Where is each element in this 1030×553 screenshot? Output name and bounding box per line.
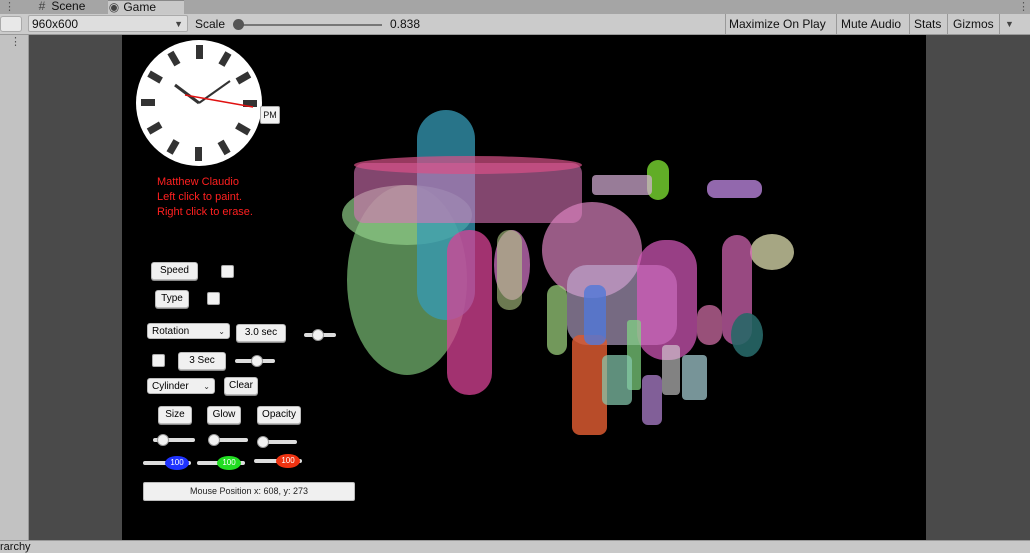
shape-dropdown[interactable]: Cylinder ⌄ <box>147 378 215 394</box>
interval-slider-knob[interactable] <box>251 355 263 367</box>
clock-ampm-badge: PM <box>260 106 280 124</box>
scale-slider[interactable] <box>236 24 382 26</box>
type-button[interactable]: Type <box>155 290 189 308</box>
chevron-down-icon: ▼ <box>174 19 183 29</box>
opacity-slider[interactable] <box>257 436 297 448</box>
blue-channel-slider[interactable]: 100 <box>143 456 191 470</box>
size-button[interactable]: Size <box>158 406 192 424</box>
instruction-paint: Left click to paint. <box>157 191 242 203</box>
side-panel: ⋮ <box>0 35 29 540</box>
speed-button[interactable]: Speed <box>151 262 198 280</box>
stats-toggle[interactable]: Stats <box>914 14 941 34</box>
interval-slider[interactable] <box>235 355 275 367</box>
mute-audio-toggle[interactable]: Mute Audio <box>841 14 901 34</box>
rotation-dropdown-label: Rotation <box>152 326 190 337</box>
resolution-dropdown[interactable]: 960x600 ▼ <box>28 15 188 32</box>
red-channel-slider[interactable]: 100 <box>254 454 302 468</box>
opacity-slider-knob[interactable] <box>257 436 269 448</box>
blue-value: 100 <box>165 456 189 470</box>
scale-label: Scale <box>195 17 226 31</box>
gizmos-toggle[interactable]: Gizmos <box>953 14 994 34</box>
glow-button[interactable]: Glow <box>207 406 241 424</box>
duration-button[interactable]: 3.0 sec <box>236 324 286 342</box>
game-toolbar: 960x600 ▼ Scale 0.838 Maximize On Play M… <box>0 14 1030 35</box>
opacity-button[interactable]: Opacity <box>257 406 301 424</box>
author-name: Matthew Claudio <box>157 176 239 188</box>
gamepad-icon: ◉ <box>108 0 120 14</box>
analog-clock <box>136 40 262 166</box>
green-channel-slider[interactable]: 100 <box>197 456 245 470</box>
panel-menu-icon[interactable]: ⋮ <box>10 35 21 48</box>
green-value: 100 <box>217 456 241 470</box>
size-slider-knob[interactable] <box>157 434 169 446</box>
tab-bar: ⋮ # Scene ◉ Game ⋮ <box>0 0 1030 15</box>
tab-game[interactable]: ◉ Game <box>108 0 184 15</box>
speed-checkbox[interactable] <box>221 265 234 278</box>
rotation-dropdown[interactable]: Rotation ⌄ <box>147 323 230 339</box>
clear-button[interactable]: Clear <box>224 377 258 395</box>
scale-slider-knob[interactable] <box>233 19 244 30</box>
interval-button[interactable]: 3 Sec <box>178 352 226 370</box>
grid-icon: # <box>38 0 46 13</box>
mouse-position-readout: Mouse Position x: 608, y: 273 <box>143 482 355 501</box>
tab-scene[interactable]: # Scene <box>36 0 104 14</box>
duration-slider-knob[interactable] <box>312 329 324 341</box>
hierarchy-label: rarchy <box>0 541 31 553</box>
glow-slider[interactable] <box>208 434 248 446</box>
maximize-on-play-toggle[interactable]: Maximize On Play <box>729 14 826 34</box>
size-slider[interactable] <box>153 434 195 446</box>
shape-pink-capsule <box>447 230 492 395</box>
duration-slider[interactable] <box>304 329 336 341</box>
type-checkbox[interactable] <box>207 292 220 305</box>
tab-game-label: Game <box>123 0 157 14</box>
shape-dropdown-label: Cylinder <box>152 381 189 392</box>
hierarchy-panel-header: rarchy <box>0 540 1030 553</box>
glow-slider-knob[interactable] <box>208 434 220 446</box>
instruction-erase: Right click to erase. <box>157 206 253 218</box>
resolution-label: 960x600 <box>32 17 79 31</box>
gizmos-chevron-down-icon[interactable]: ▼ <box>1005 14 1014 34</box>
game-viewport[interactable]: PM Matthew Claudio Left click to paint. … <box>122 35 926 540</box>
chevron-down-icon: ⌄ <box>203 382 210 391</box>
display-selector[interactable] <box>0 16 22 32</box>
scale-value: 0.838 <box>390 17 421 31</box>
interval-checkbox[interactable] <box>152 354 165 367</box>
chevron-down-icon: ⌄ <box>218 327 225 336</box>
tab-scene-label: Scene <box>51 0 86 13</box>
red-value: 100 <box>276 454 300 468</box>
